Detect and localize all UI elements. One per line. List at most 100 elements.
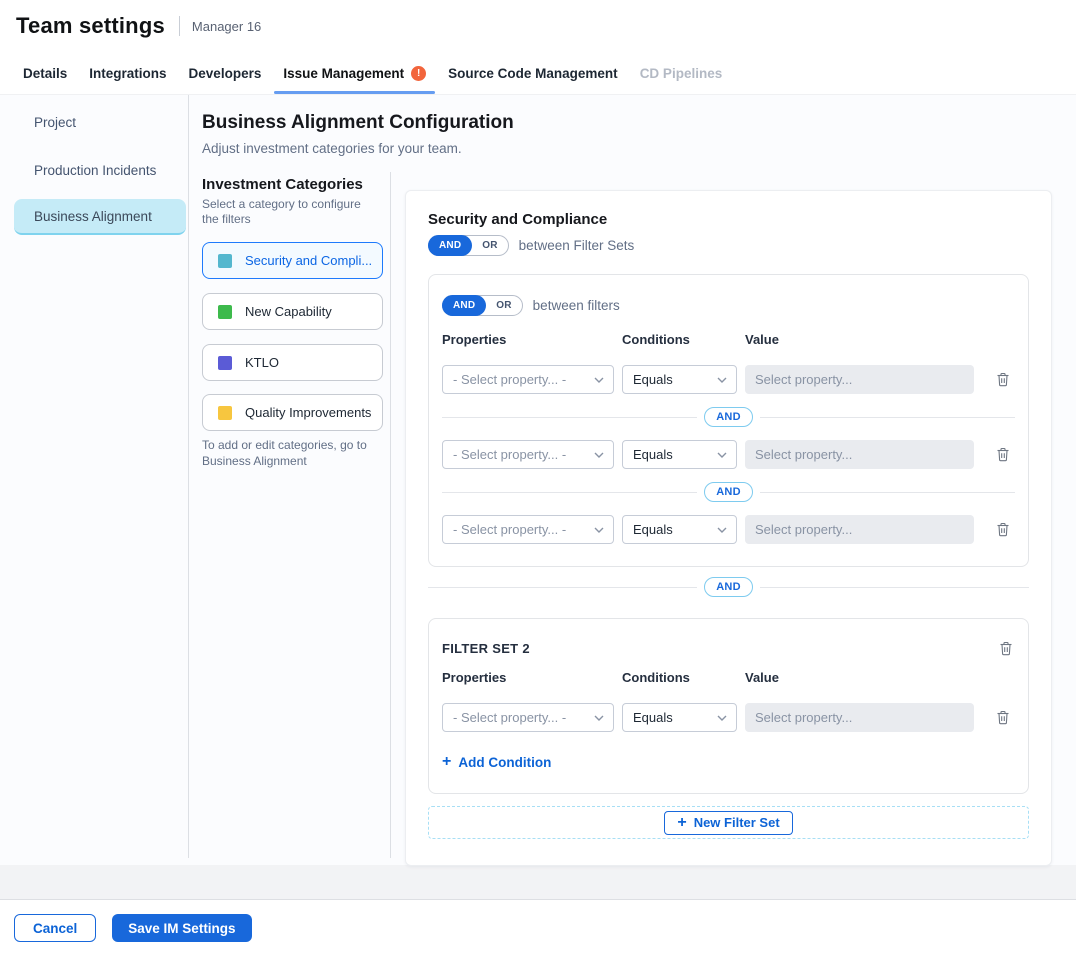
filter-set-1: AND OR between filters Properties Condit… [428,274,1029,567]
and-pill: AND [704,407,752,427]
filter-row: - Select property... - Equals [442,365,1015,394]
and-connector: AND [442,482,1015,502]
value-header: Value [745,320,974,353]
property-select[interactable]: - Select property... - [442,440,614,469]
chevron-down-icon [594,527,604,533]
add-condition-button[interactable]: + Add Condition [442,754,551,770]
sidebar-divider [188,95,189,858]
plus-icon: + [442,754,451,770]
category-color-swatch [218,406,232,420]
chevron-down-icon [717,377,727,383]
category-color-swatch [218,356,232,370]
page-title: Team settings [16,13,165,39]
tab-developers[interactable]: Developers [178,52,273,94]
condition-select[interactable]: Equals [622,365,737,394]
section-subtitle: Adjust investment categories for your te… [202,141,462,156]
bottom-band [0,865,1076,899]
filter-column-headers: Properties Conditions Value [442,320,1015,353]
save-im-settings-button[interactable]: Save IM Settings [112,914,251,942]
tab-source-code-management[interactable]: Source Code Management [437,52,629,94]
sidebar-item-project[interactable]: Project [0,110,188,134]
chevron-down-icon [717,715,727,721]
category-ktlo[interactable]: KTLO [202,344,383,381]
chevron-down-icon [717,527,727,533]
value-input [745,365,974,394]
page-header: Team settings Manager 16 [0,0,1076,52]
tab-bar: Details Integrations Developers Issue Ma… [0,52,1076,95]
chevron-down-icon [594,452,604,458]
category-color-swatch [218,305,232,319]
filter-row: - Select property... - Equals [442,515,1015,544]
between-filter-sets-label: between Filter Sets [519,238,635,253]
properties-header: Properties [442,658,614,691]
cancel-button[interactable]: Cancel [14,914,96,942]
category-quality-improvements[interactable]: Quality Improvements [202,394,383,431]
filters-and-or-toggle[interactable]: AND OR [442,295,523,316]
properties-header: Properties [442,320,614,353]
chevron-down-icon [594,377,604,383]
delete-filter-set-button[interactable] [997,639,1015,658]
filter-column-headers: Properties Conditions Value [442,658,1015,691]
chevron-down-icon [594,715,604,721]
and-pill: AND [704,577,752,597]
category-color-swatch [218,254,232,268]
investment-categories-hint: Select a category to configure the filte… [202,197,374,227]
category-security-and-compliance[interactable]: Security and Compli... [202,242,383,279]
team-settings-page: Team settings Manager 16 Details Integra… [0,0,1076,956]
delete-filter-button[interactable] [994,370,1012,389]
and-connector: AND [442,407,1015,427]
filter-row: - Select property... - Equals [442,703,1015,732]
trash-icon [996,372,1010,387]
trash-icon [999,641,1013,656]
category-new-capability[interactable]: New Capability [202,293,383,330]
plus-icon: + [677,815,686,831]
new-filter-set-button[interactable]: + New Filter Set [664,811,792,835]
toggle-and-option[interactable]: AND [428,235,472,256]
delete-filter-button[interactable] [994,520,1012,539]
value-input [745,440,974,469]
condition-select[interactable]: Equals [622,515,737,544]
value-input [745,703,974,732]
page-subtitle: Manager 16 [179,16,261,36]
delete-filter-button[interactable] [994,445,1012,464]
property-select[interactable]: - Select property... - [442,703,614,732]
and-connector-between-sets: AND [428,577,1029,597]
property-select[interactable]: - Select property... - [442,515,614,544]
condition-select[interactable]: Equals [622,703,737,732]
tab-details[interactable]: Details [12,52,78,94]
between-filters-label: between filters [533,298,620,313]
filter-configuration-panel: Security and Compliance AND OR between F… [405,190,1052,866]
categories-divider [390,172,391,858]
value-input [745,515,974,544]
chevron-down-icon [717,452,727,458]
filter-set-2: FILTER SET 2 Properties Conditions Value… [428,618,1029,794]
sidebar-item-production-incidents[interactable]: Production Incidents [0,158,188,182]
selected-category-title: Security and Compliance [428,211,1029,228]
tab-integrations[interactable]: Integrations [78,52,177,94]
delete-filter-button[interactable] [994,708,1012,727]
trash-icon [996,447,1010,462]
trash-icon [996,710,1010,725]
alert-badge-icon: ! [411,66,426,81]
and-pill: AND [704,482,752,502]
conditions-header: Conditions [622,320,737,353]
new-filter-set-zone: + New Filter Set [428,806,1029,839]
toggle-or-option[interactable]: OR [472,240,507,251]
section-title: Business Alignment Configuration [202,112,514,134]
condition-select[interactable]: Equals [622,440,737,469]
action-footer: Cancel Save IM Settings [0,899,1076,956]
toggle-and-option[interactable]: AND [442,295,486,316]
filter-row: - Select property... - Equals [442,440,1015,469]
filter-set-2-title: FILTER SET 2 [442,639,530,656]
conditions-header: Conditions [622,658,737,691]
trash-icon [996,522,1010,537]
sidebar-item-business-alignment[interactable]: Business Alignment [14,199,186,235]
toggle-or-option[interactable]: OR [486,300,521,311]
tab-issue-management[interactable]: Issue Management ! [272,52,437,94]
tab-cd-pipelines: CD Pipelines [629,52,734,94]
property-select[interactable]: - Select property... - [442,365,614,394]
investment-categories-title: Investment Categories [202,176,363,193]
value-header: Value [745,658,974,691]
categories-footnote: To add or edit categories, go to Busines… [202,437,382,469]
filter-sets-and-or-toggle[interactable]: AND OR [428,235,509,256]
